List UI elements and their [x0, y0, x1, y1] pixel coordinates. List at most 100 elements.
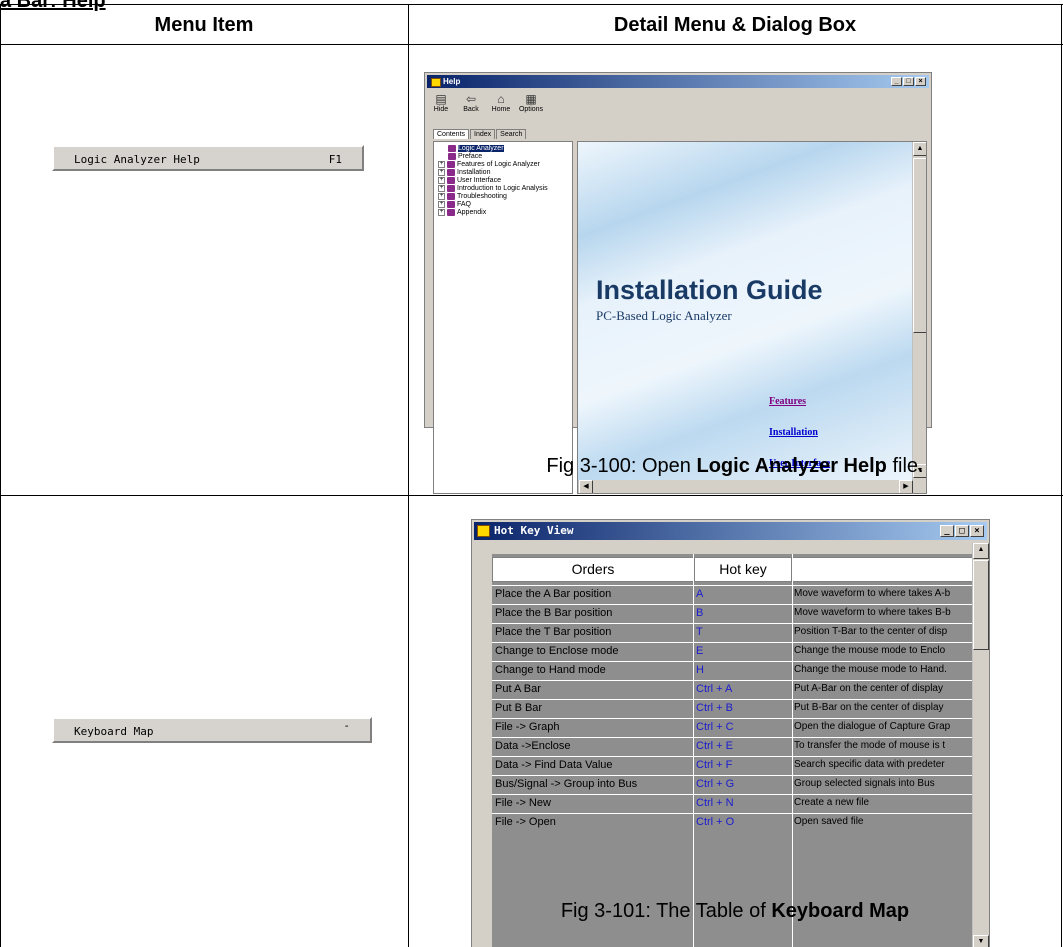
description-cell: Change the mouse mode to Enclo	[794, 645, 946, 656]
hotkey-cell: Ctrl + C	[696, 721, 734, 733]
tree-item[interactable]: + Features of Logic Analyzer	[438, 161, 540, 168]
back-icon: ⇦	[465, 92, 477, 106]
hotkey-cell: Ctrl + A	[696, 683, 733, 695]
scroll-thumb[interactable]	[973, 560, 989, 650]
tree-item[interactable]: + Troubleshooting	[438, 193, 507, 200]
tree-item-label: Logic Analyzer	[458, 145, 504, 152]
tree-item[interactable]: + FAQ	[438, 201, 471, 208]
tree-item-label: Preface	[458, 153, 483, 160]
figure-caption-100: Fig 3-100: Open Logic Analyzer Help file…	[409, 455, 1061, 478]
expand-icon[interactable]: +	[438, 177, 445, 184]
order-cell: Place the T Bar position	[495, 626, 612, 638]
table-row[interactable]: Data -> Find Data Value Ctrl + F Search sp…	[492, 756, 974, 774]
scroll-down-icon[interactable]: ▼	[973, 935, 989, 947]
tree-item[interactable]: + Installation	[438, 169, 490, 176]
tree-item[interactable]: + Introduction to Logic Analysis	[438, 185, 548, 192]
expand-icon[interactable]: +	[438, 193, 445, 200]
menu-item-keyboard-map[interactable]: Keyboard Map -	[52, 717, 372, 743]
description-cell: Put B-Bar on the center of display	[794, 702, 944, 713]
help-window-titlebar[interactable]: Help _ □ ×	[427, 75, 929, 88]
minimize-icon[interactable]: _	[891, 77, 902, 86]
expand-icon[interactable]: +	[438, 161, 445, 168]
table-row[interactable]: Put A Bar Ctrl + A Put A-Bar on the center…	[492, 680, 974, 698]
tree-item[interactable]: Preface	[448, 153, 482, 160]
table-row[interactable]: Data ->Enclose Ctrl + E To transfer the mo…	[492, 737, 974, 755]
tab-search[interactable]: Search	[496, 129, 527, 139]
book-icon	[447, 209, 455, 216]
link-features[interactable]: Features	[769, 396, 806, 407]
table-row[interactable]: Bus/Signal -> Group into Bus Ctrl + G Grou…	[492, 775, 974, 793]
book-icon	[447, 201, 455, 208]
hotkey-window-titlebar[interactable]: Hot Key View _ □ ×	[474, 522, 987, 540]
hotkey-cell: H	[696, 664, 704, 676]
vertical-scrollbar[interactable]: ▲ ▼	[972, 543, 989, 947]
contents-tree: Logic Analyzer Preface + Features of Logi…	[433, 141, 573, 494]
book-icon	[448, 153, 456, 160]
toolbar-options-button[interactable]: ▦ Options	[517, 92, 545, 122]
scroll-thumb[interactable]	[913, 158, 926, 333]
table-header-divider	[0, 44, 1063, 45]
caption-text: Fig 3-100: Open	[546, 455, 697, 477]
tree-item[interactable]: + Appendix	[438, 209, 486, 216]
description-cell: Move waveform to where takes A-b	[794, 588, 951, 599]
hotkey-cell: Ctrl + N	[696, 797, 734, 809]
expand-icon[interactable]: +	[438, 201, 445, 208]
hotkey-window: Hot Key View _ □ × Orders Hot key Place …	[471, 519, 990, 947]
scroll-right-icon[interactable]: ▶	[899, 480, 913, 493]
home-icon: ⌂	[497, 92, 505, 106]
description-cell: Search specific data with predeter	[794, 759, 945, 770]
description-cell: Open saved file	[794, 816, 864, 827]
toolbar-label: Options	[518, 106, 544, 113]
hotkey-table: Orders Hot key Place the A Bar position A…	[492, 554, 974, 947]
tree-item-label: Introduction to Logic Analysis	[457, 185, 548, 192]
minimize-icon[interactable]: _	[940, 525, 954, 537]
order-cell: Place the A Bar position	[495, 588, 612, 600]
close-icon[interactable]: ×	[970, 525, 984, 537]
vertical-scrollbar[interactable]: ▲ ▼	[912, 142, 926, 480]
scroll-up-icon[interactable]: ▲	[913, 142, 926, 156]
toolbar-hide-button[interactable]: ▤ Hide	[427, 92, 455, 122]
expand-icon[interactable]: +	[438, 185, 445, 192]
tree-item[interactable]: Logic Analyzer	[448, 145, 504, 152]
expand-icon[interactable]: +	[438, 209, 445, 216]
table-row[interactable]: Change to Hand mode H Change the mouse mod…	[492, 661, 974, 679]
book-icon	[447, 161, 455, 168]
help-icon	[477, 525, 490, 537]
table-row[interactable]: Place the T Bar position T Position T-Bar …	[492, 623, 974, 641]
table-row[interactable]: File -> Graph Ctrl + C Open the dialogue o…	[492, 718, 974, 736]
toolbar-label: Home	[491, 106, 511, 113]
close-icon[interactable]: ×	[915, 77, 926, 86]
tab-index[interactable]: Index	[470, 129, 496, 139]
table-row[interactable]: Change to Enclose mode E Change the mouse …	[492, 642, 974, 660]
table-row[interactable]: File -> Open Ctrl + O Open saved file	[492, 813, 974, 831]
table-row[interactable]: Place the A Bar position A Move waveform t…	[492, 585, 974, 603]
menu-item-label: Keyboard Map	[74, 725, 154, 738]
tree-item-label: FAQ	[457, 201, 472, 208]
tree-item[interactable]: + User Interface	[438, 177, 501, 184]
figure-caption-101: Fig 3-101: The Table of Keyboard Map	[409, 900, 1061, 923]
maximize-icon[interactable]: □	[955, 525, 969, 537]
link-installation[interactable]: Installation	[769, 427, 818, 438]
table-row[interactable]: Place the B Bar position B Move waveform t…	[492, 604, 974, 622]
menu-item-logic-analyzer-help[interactable]: Logic Analyzer Help F1	[52, 145, 364, 171]
description-cell: Group selected signals into Bus	[794, 778, 935, 789]
menu-item-shortcut: F1	[328, 153, 342, 166]
scroll-up-icon[interactable]: ▲	[973, 543, 989, 559]
order-cell: File -> Open	[495, 816, 556, 828]
caption-text: Fig 3-101: The Table of	[560, 900, 772, 922]
expand-icon[interactable]: +	[438, 169, 445, 176]
table-border-top	[0, 4, 1063, 5]
content-title: Installation Guide	[596, 275, 823, 305]
table-row[interactable]: Put B Bar Ctrl + B Put B-Bar on the center…	[492, 699, 974, 717]
tab-contents[interactable]: Contents	[433, 129, 470, 139]
table-row[interactable]: File -> New Ctrl + N Create a new file	[492, 794, 974, 812]
scroll-left-icon[interactable]: ◀	[579, 480, 593, 493]
toolbar-back-button[interactable]: ⇦ Back	[457, 92, 485, 122]
tree-item-label: User Interface	[457, 177, 501, 184]
hotkey-cell: Ctrl + G	[696, 778, 735, 790]
toolbar-home-button[interactable]: ⌂ Home	[487, 92, 515, 122]
maximize-icon[interactable]: □	[903, 77, 914, 86]
horizontal-scrollbar[interactable]: ◀ ▶	[578, 480, 926, 493]
order-cell: Data ->Enclose	[495, 740, 571, 752]
toolbar-label: Hide	[433, 106, 449, 113]
